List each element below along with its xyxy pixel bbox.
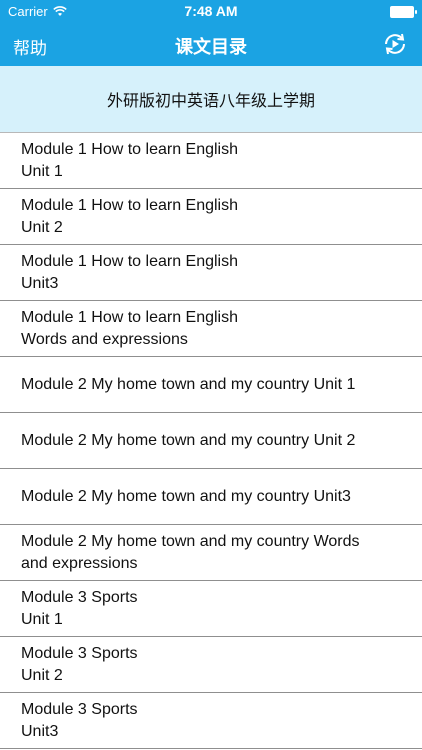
nav-bar: 帮助 课文目录	[0, 22, 422, 66]
item-subtitle: Unit3	[21, 722, 59, 740]
item-title: Module 3 Sports	[21, 700, 138, 718]
item-subtitle: Unit3	[21, 274, 59, 292]
book-title: 外研版初中英语八年级上学期	[106, 93, 315, 110]
list-item[interactable]: Module 2 My home town and my country Uni…	[0, 469, 422, 525]
list-item[interactable]: Module 3 Sports Unit 1	[0, 581, 422, 637]
status-bar: Carrier 7:48 AM	[0, 0, 422, 22]
item-title: Module 1 How to learn English	[21, 308, 239, 326]
item-title: Module 2 My home town and my country Uni…	[21, 487, 351, 505]
item-subtitle: and expressions	[21, 554, 138, 572]
item-title: Module 1 How to learn English	[21, 140, 239, 158]
item-title: Module 3 Sports	[21, 644, 138, 662]
item-title: Module 3 Sports	[21, 588, 138, 606]
item-title: Module 2 My home town and my country Uni…	[21, 431, 356, 449]
item-title: Module 1 How to learn English	[21, 252, 239, 270]
list-item[interactable]: Module 1 How to learn English Unit 2	[0, 189, 422, 245]
item-subtitle: Unit 2	[21, 218, 63, 236]
list-item[interactable]: Module 3 Sports Unit 2	[0, 637, 422, 693]
item-subtitle: Words and expressions	[21, 330, 188, 348]
battery-icon	[390, 6, 417, 18]
list-item[interactable]: Module 2 My home town and my country Uni…	[0, 413, 422, 469]
book-title-banner: 外研版初中英语八年级上学期	[0, 66, 422, 133]
item-subtitle: Unit 2	[21, 666, 63, 684]
item-title: Module 2 My home town and my country Wor…	[21, 532, 360, 550]
list-item[interactable]: Module 2 My home town and my country Wor…	[0, 525, 422, 581]
item-title: Module 1 How to learn English	[21, 196, 239, 214]
list-item[interactable]: Module 1 How to learn English Unit3	[0, 245, 422, 301]
refresh-play-icon[interactable]	[382, 31, 408, 57]
item-subtitle: Unit 1	[21, 162, 63, 180]
item-title: Module 2 My home town and my country Uni…	[21, 375, 356, 393]
status-time: 7:48 AM	[184, 3, 238, 19]
list-item[interactable]: Module 1 How to learn English Unit 1	[0, 133, 422, 189]
page-title: 课文目录	[175, 37, 247, 57]
top-bar: Carrier 7:48 AM 帮助 课文目录	[0, 0, 422, 66]
list-item[interactable]: Module 2 My home town and my country Uni…	[0, 357, 422, 413]
lesson-list: Module 1 How to learn English Unit 1 Modu…	[0, 133, 422, 749]
list-item[interactable]: Module 3 Sports Unit3	[0, 693, 422, 749]
item-subtitle: Unit 1	[21, 610, 63, 628]
list-item[interactable]: Module 1 How to learn English Words and e…	[0, 301, 422, 357]
